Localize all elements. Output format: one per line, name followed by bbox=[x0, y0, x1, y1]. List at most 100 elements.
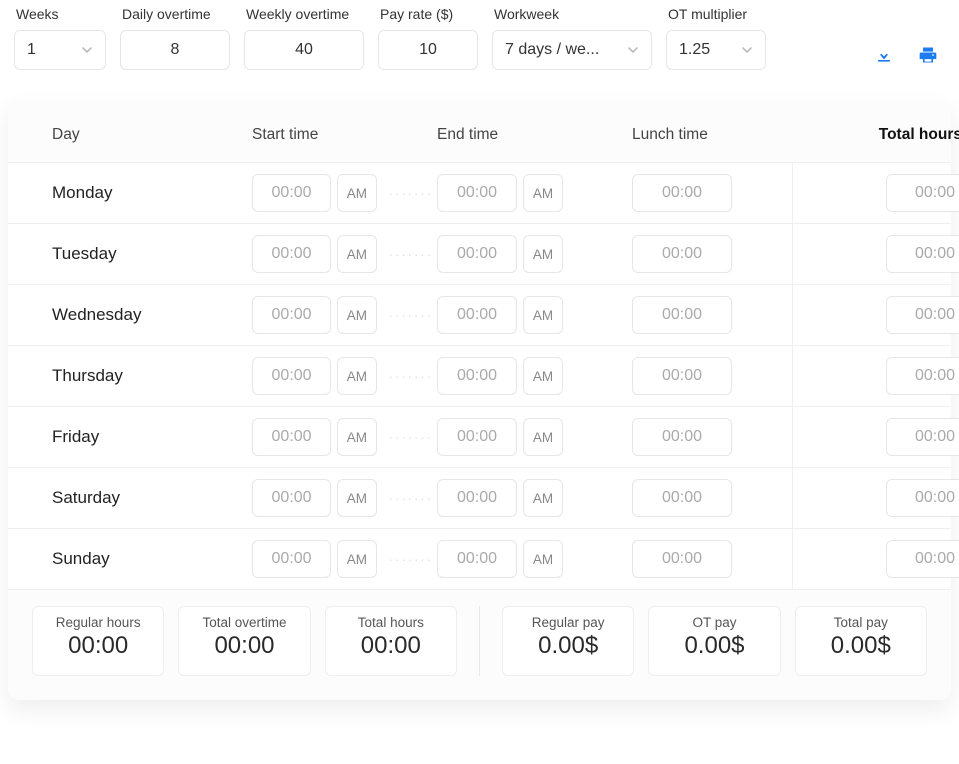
start-meridiem-toggle[interactable]: AM bbox=[337, 479, 377, 517]
header-start: Start time bbox=[252, 126, 437, 144]
lunch-time-input[interactable]: 00:00 bbox=[632, 357, 732, 395]
time-range-separator: ······· bbox=[383, 369, 437, 384]
end-time-input[interactable]: 00:00 bbox=[437, 296, 517, 334]
end-time-input[interactable]: 00:00 bbox=[437, 357, 517, 395]
end-time-cell: 00:00 AM bbox=[437, 357, 632, 395]
ot-multiplier-label: OT multiplier bbox=[666, 6, 766, 22]
time-range-separator: ······· bbox=[383, 186, 437, 201]
lunch-time-input[interactable]: 00:00 bbox=[632, 479, 732, 517]
pay-rate-input[interactable]: 10 bbox=[378, 30, 478, 70]
start-meridiem-toggle[interactable]: AM bbox=[337, 174, 377, 212]
total-hours-cell: 00:00 bbox=[792, 346, 959, 406]
start-time-input[interactable]: 00:00 bbox=[252, 235, 331, 273]
end-time-cell: 00:00 AM bbox=[437, 540, 632, 578]
time-range-separator: ······· bbox=[383, 552, 437, 567]
table-header: Day Start time End time Lunch time Total… bbox=[8, 100, 951, 162]
header-total: Total hours bbox=[792, 126, 959, 144]
start-meridiem-toggle[interactable]: AM bbox=[337, 418, 377, 456]
workweek-select[interactable]: 7 days / we... bbox=[492, 30, 652, 70]
daily-overtime-label: Daily overtime bbox=[120, 6, 230, 22]
end-meridiem-toggle[interactable]: AM bbox=[523, 479, 563, 517]
summary-regular-pay-value: 0.00$ bbox=[538, 632, 598, 660]
time-range-separator: ······· bbox=[383, 491, 437, 506]
total-hours-output: 00:00 bbox=[886, 235, 959, 273]
start-time-input[interactable]: 00:00 bbox=[252, 418, 331, 456]
workweek-value: 7 days / we... bbox=[505, 41, 599, 59]
summary-total-hours: Total hours 00:00 bbox=[325, 606, 457, 676]
lunch-time-input[interactable]: 00:00 bbox=[632, 418, 732, 456]
end-meridiem-toggle[interactable]: AM bbox=[523, 235, 563, 273]
lunch-time-input[interactable]: 00:00 bbox=[632, 235, 732, 273]
download-button[interactable] bbox=[873, 46, 895, 68]
start-time-input[interactable]: 00:00 bbox=[252, 296, 331, 334]
table-row: Tuesday 00:00 AM ······· 00:00 AM 00:00 … bbox=[8, 223, 951, 284]
lunch-time-input[interactable]: 00:00 bbox=[632, 174, 732, 212]
end-time-input[interactable]: 00:00 bbox=[437, 540, 517, 578]
total-hours-cell: 00:00 bbox=[792, 529, 959, 589]
summary-hours-group: Regular hours 00:00 Total overtime 00:00… bbox=[32, 606, 479, 676]
daily-overtime-control: Daily overtime 8 bbox=[120, 6, 230, 70]
end-time-cell: 00:00 AM bbox=[437, 479, 632, 517]
print-button[interactable] bbox=[917, 46, 939, 68]
end-meridiem-toggle[interactable]: AM bbox=[523, 174, 563, 212]
start-time-input[interactable]: 00:00 bbox=[252, 357, 331, 395]
summary-ot-pay-value: 0.00$ bbox=[684, 632, 744, 660]
start-time-input[interactable]: 00:00 bbox=[252, 479, 331, 517]
end-time-input[interactable]: 00:00 bbox=[437, 235, 517, 273]
summary-ot-pay: OT pay 0.00$ bbox=[648, 606, 780, 676]
start-meridiem-toggle[interactable]: AM bbox=[337, 357, 377, 395]
table-row: Thursday 00:00 AM ······· 00:00 AM 00:00… bbox=[8, 345, 951, 406]
table-row: Friday 00:00 AM ······· 00:00 AM 00:00 0… bbox=[8, 406, 951, 467]
ot-multiplier-value: 1.25 bbox=[679, 41, 710, 59]
daily-overtime-value: 8 bbox=[171, 41, 180, 59]
summary-total-hours-value: 00:00 bbox=[361, 632, 421, 660]
table-row: Monday 00:00 AM ······· 00:00 AM 00:00 0… bbox=[8, 162, 951, 223]
start-meridiem-toggle[interactable]: AM bbox=[337, 540, 377, 578]
start-time-input[interactable]: 00:00 bbox=[252, 174, 331, 212]
day-name: Thursday bbox=[52, 366, 252, 386]
lunch-time-input[interactable]: 00:00 bbox=[632, 296, 732, 334]
start-meridiem-toggle[interactable]: AM bbox=[337, 296, 377, 334]
summary-total-pay-value: 0.00$ bbox=[831, 632, 891, 660]
start-time-input[interactable]: 00:00 bbox=[252, 540, 331, 578]
day-name: Monday bbox=[52, 183, 252, 203]
lunch-time-cell: 00:00 bbox=[632, 418, 792, 456]
start-meridiem-toggle[interactable]: AM bbox=[337, 235, 377, 273]
weeks-control: Weeks 1 bbox=[14, 6, 106, 70]
end-time-input[interactable]: 00:00 bbox=[437, 479, 517, 517]
start-time-cell: 00:00 AM ······· bbox=[252, 540, 437, 578]
total-hours-output: 00:00 bbox=[886, 357, 959, 395]
ot-multiplier-select[interactable]: 1.25 bbox=[666, 30, 766, 70]
total-hours-output: 00:00 bbox=[886, 296, 959, 334]
total-hours-cell: 00:00 bbox=[792, 163, 959, 223]
header-end: End time bbox=[437, 126, 632, 144]
pay-rate-control: Pay rate ($) 10 bbox=[378, 6, 478, 70]
lunch-time-input[interactable]: 00:00 bbox=[632, 540, 732, 578]
summary-total-ot: Total overtime 00:00 bbox=[178, 606, 310, 676]
day-name: Saturday bbox=[52, 488, 252, 508]
start-time-cell: 00:00 AM ······· bbox=[252, 479, 437, 517]
weekly-overtime-input[interactable]: 40 bbox=[244, 30, 364, 70]
end-time-cell: 00:00 AM bbox=[437, 235, 632, 273]
total-hours-output: 00:00 bbox=[886, 540, 959, 578]
start-time-cell: 00:00 AM ······· bbox=[252, 357, 437, 395]
end-meridiem-toggle[interactable]: AM bbox=[523, 418, 563, 456]
total-hours-cell: 00:00 bbox=[792, 285, 959, 345]
end-time-input[interactable]: 00:00 bbox=[437, 418, 517, 456]
workweek-control: Workweek 7 days / we... bbox=[492, 6, 652, 70]
total-hours-cell: 00:00 bbox=[792, 224, 959, 284]
end-meridiem-toggle[interactable]: AM bbox=[523, 296, 563, 334]
day-name: Sunday bbox=[52, 549, 252, 569]
end-time-input[interactable]: 00:00 bbox=[437, 174, 517, 212]
end-meridiem-toggle[interactable]: AM bbox=[523, 357, 563, 395]
daily-overtime-input[interactable]: 8 bbox=[120, 30, 230, 70]
weeks-select[interactable]: 1 bbox=[14, 30, 106, 70]
summary-total-pay: Total pay 0.00$ bbox=[795, 606, 927, 676]
total-hours-output: 00:00 bbox=[886, 174, 959, 212]
end-time-cell: 00:00 AM bbox=[437, 174, 632, 212]
header-day: Day bbox=[52, 126, 252, 144]
end-meridiem-toggle[interactable]: AM bbox=[523, 540, 563, 578]
top-controls: Weeks 1 Daily overtime 8 Weekly overtime… bbox=[8, 6, 951, 100]
summary-regular-hours: Regular hours 00:00 bbox=[32, 606, 164, 676]
summary-regular-hours-value: 00:00 bbox=[68, 632, 128, 660]
